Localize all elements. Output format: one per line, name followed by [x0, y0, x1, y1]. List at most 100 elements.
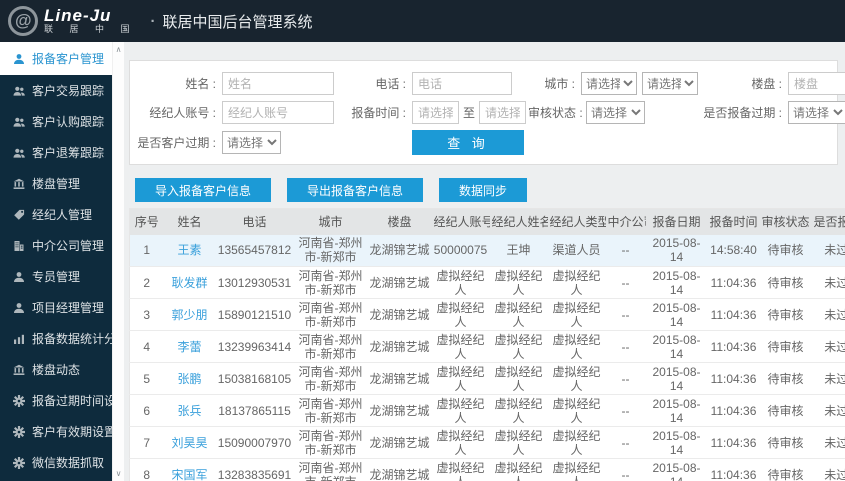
cell-agent_name: 虚拟经纪人 — [489, 458, 548, 481]
cell-report_date: 2015-08-14 — [645, 458, 708, 481]
customer-name-link[interactable]: 张鹏 — [177, 372, 201, 386]
sidebar-item-agency-management[interactable]: 中介公司管理 — [0, 230, 112, 261]
table-row[interactable]: 8宋国军13283835691河南省-郑州市-新郑市龙湖锦艺城虚拟经纪人虚拟经纪… — [129, 458, 845, 481]
cell-phone: 15038168105 — [215, 362, 294, 395]
export-report-customers-button[interactable]: 导出报备客户信息 — [287, 178, 424, 202]
sidebar-item-estate-news[interactable]: 楼盘动态 — [0, 354, 112, 385]
scroll-down-icon[interactable]: ∨ — [116, 469, 122, 478]
customer-name-link[interactable]: 张兵 — [177, 404, 201, 418]
cell-phone: 18137865115 — [215, 394, 294, 427]
customer-name-link[interactable]: 宋国军 — [171, 468, 207, 481]
estate-input[interactable] — [788, 72, 845, 95]
sidebar-item-estate-management[interactable]: 楼盘管理 — [0, 168, 112, 199]
table-row[interactable]: 7 刘昊昊 15090007970 河南省-郑州市-新郑市 龙湖锦艺城 虚拟经纪人 虚拟经纪… — [129, 426, 845, 459]
table-row[interactable]: 5 张鹏 15038168105 河南省-郑州市-新郑市 龙湖锦艺城 虚拟经纪人 虚拟经纪人… — [129, 362, 845, 395]
customer-name-link[interactable]: 郭少朋 — [171, 308, 207, 322]
report-time-to-label: 至 — [463, 106, 476, 120]
cell-city: 河南省-郑州市-新郑市 — [293, 426, 368, 459]
audit-status-filter-label: 审核状态 : — [528, 106, 583, 120]
sidebar-item-report-expire-settings[interactable]: 报备过期时间设置 — [0, 385, 128, 416]
logo-wordmark: Line-Ju — [44, 5, 112, 25]
sidebar-item-project-manager-management[interactable]: 项目经理管理 — [0, 292, 112, 323]
cell-audit_status: 待审核 — [759, 394, 812, 427]
cell-phone: 13012930531 — [215, 266, 294, 299]
scroll-up-icon[interactable]: ∧ — [116, 45, 122, 54]
phone-filter-label: 电话 : — [375, 77, 406, 91]
sidebar-item-customer-subscribe-tracking[interactable]: 客户认购跟踪 — [0, 106, 112, 137]
search-button[interactable]: 查 询 — [412, 130, 524, 155]
table-row[interactable]: 1 王素 13565457812 河南省-郑州市-新郑市 龙湖锦艺城 50000075 王坤… — [129, 234, 845, 267]
app-header: @ Line-Ju 联 居 中 国 · 联居中国后台管理系统 — [0, 0, 845, 42]
cell-report_date: 2015-08-14 — [645, 426, 708, 459]
sidebar-item-report-statistics[interactable]: 报备数据统计分析 — [0, 323, 128, 354]
report-time-to-input[interactable] — [479, 101, 527, 124]
cell-city: 河南省-郑州市-新郑市 — [293, 266, 368, 299]
cell-report_time: 14:58:40 — [707, 234, 760, 267]
province-select[interactable]: 请选择 — [581, 72, 637, 95]
data-sync-button[interactable]: 数据同步 — [439, 178, 528, 202]
sidebar-item-customer-validity-settings[interactable]: 客户有效期设置 — [0, 416, 116, 447]
table-row[interactable]: 3 郭少朋 15890121510 河南省-郑州市-新郑市 龙湖锦艺城 虚拟经纪人 虚拟经纪… — [129, 298, 845, 331]
name-input[interactable] — [222, 72, 334, 95]
table-row[interactable]: 2 耿发群 13012930531 河南省-郑州市-新郑市 龙湖锦艺城 虚拟经纪人 虚拟经纪… — [129, 266, 845, 299]
cell-report_date: 2015-08-14 — [645, 266, 708, 299]
sidebar-item-wechat-data-capture[interactable]: 微信数据抓取 — [0, 447, 112, 478]
cell-estate: 龙湖锦艺城 — [367, 266, 432, 299]
cell-index: 1 — [129, 234, 164, 267]
agent-account-filter-label: 经纪人账号 : — [149, 106, 216, 120]
cell-audit_status: 待审核 — [759, 234, 812, 267]
customer-expired-select[interactable]: 请选择 — [222, 131, 281, 154]
cell-agency: -- — [605, 458, 646, 481]
import-report-customers-button[interactable]: 导入报备客户信息 — [135, 178, 272, 202]
cell-agent_account: 虚拟经纪人 — [431, 394, 490, 427]
cell-audit_status: 待审核 — [759, 330, 812, 363]
column-header-report_expired: 是否报备过期 — [811, 208, 845, 235]
cell-agent_name: 虚拟经纪人 — [489, 266, 548, 299]
cell-agent_name: 虚拟经纪人 — [489, 298, 548, 331]
customer-name-link[interactable]: 王素 — [177, 243, 201, 257]
cell-report_date: 2015-08-14 — [645, 330, 708, 363]
sidebar: 报备客户管理 客户交易跟踪 客户认购跟踪 客户退筹跟踪 楼盘管理 经纪人管理 中介公司管理专… — [0, 42, 128, 481]
column-header-agency: 中介公司 — [605, 208, 646, 235]
audit-status-select[interactable]: 请选择 — [586, 101, 645, 124]
cell-report_time: 11:04:36 — [707, 426, 760, 459]
cell-agent_type: 虚拟经纪人 — [547, 266, 606, 299]
cell-report_date: 2015-08-14 — [645, 394, 708, 427]
cell-estate: 龙湖锦艺城 — [367, 234, 432, 267]
report-time-from-input[interactable] — [412, 101, 459, 124]
cell-estate: 龙湖锦艺城 — [367, 362, 432, 395]
sidebar-item-customer-refund-tracking[interactable]: 客户退筹跟踪 — [0, 137, 112, 168]
customer-name-link[interactable]: 刘昊昊 — [171, 436, 207, 450]
cell-agent_type: 虚拟经纪人 — [547, 298, 606, 331]
cell-audit_status: 待审核 — [759, 266, 812, 299]
customer-name-link[interactable]: 李蕾 — [177, 340, 201, 354]
cell-agency: -- — [605, 426, 646, 459]
logo-chinese-name: 联 居 中 国 — [44, 23, 137, 34]
report-expired-select[interactable]: 请选择 — [788, 101, 845, 124]
cell-agent_type: 虚拟经纪人 — [547, 458, 606, 481]
page-title: · 联居中国后台管理系统 — [151, 11, 313, 32]
cell-report_time: 11:04:36 — [707, 362, 760, 395]
cell-phone: 13565457812 — [215, 234, 294, 267]
cell-index: 5 — [129, 362, 164, 395]
cell-report_expired: 未过期 — [811, 394, 845, 427]
city-select[interactable]: 请选择 — [642, 72, 698, 95]
table-row[interactable]: 6 张兵 18137865115 河南省-郑州市-新郑市 龙湖锦艺城 虚拟经纪人 虚拟经纪人… — [129, 394, 845, 427]
sidebar-item-report-customer-management[interactable]: 报备客户管理 — [0, 42, 112, 75]
user-icon — [13, 302, 25, 314]
phone-input[interactable] — [412, 72, 512, 95]
sidebar-item-agent-management[interactable]: 经纪人管理 — [0, 199, 112, 230]
sidebar-item-customer-trade-tracking[interactable]: 客户交易跟踪 — [0, 75, 112, 106]
customer-name-link[interactable]: 耿发群 — [171, 276, 207, 290]
cell-name: 张鹏 — [163, 362, 216, 395]
sidebar-scrollbar[interactable]: ∧ ∨ — [112, 42, 124, 481]
title-separator: · — [150, 12, 156, 30]
cell-estate: 龙湖锦艺城 — [367, 458, 432, 481]
agent-account-input[interactable] — [222, 101, 334, 124]
column-header-report_time: 报备时间 — [707, 208, 760, 235]
cell-estate: 龙湖锦艺城 — [367, 426, 432, 459]
sidebar-item-specialist-management[interactable]: 专员管理 — [0, 261, 112, 292]
cell-audit_status: 待审核 — [759, 298, 812, 331]
table-row[interactable]: 4 李蕾 13239963414 河南省-郑州市-新郑市 龙湖锦艺城 虚拟经纪人 虚拟经纪人… — [129, 330, 845, 363]
estate-filter-label: 楼盘 : — [751, 77, 782, 91]
